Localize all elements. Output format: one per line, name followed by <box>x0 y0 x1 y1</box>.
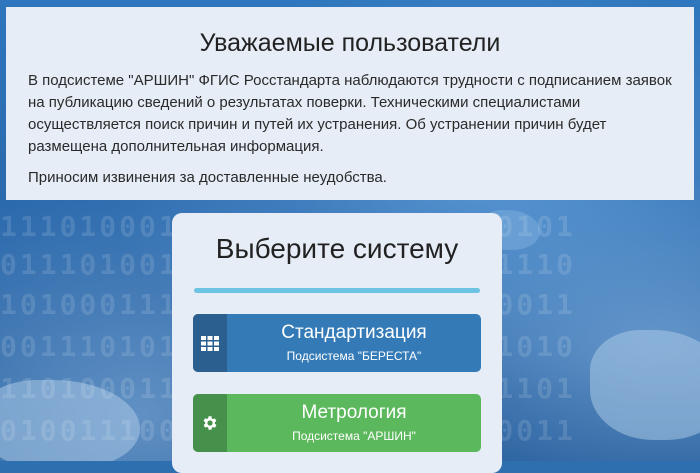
metrology-label: Метрология <box>301 402 407 423</box>
gear-icon <box>193 394 227 452</box>
grid-icon <box>193 314 227 372</box>
notice-paragraph: В подсистеме "АРШИН" ФГИС Росстандарта н… <box>28 72 672 155</box>
system-selector-panel: Выберите систему Стандартизация Подсисте… <box>172 213 502 473</box>
metrology-sublabel: Подсистема "АРШИН" <box>292 429 416 443</box>
standardization-sublabel: Подсистема "БЕРЕСТА" <box>286 349 422 363</box>
divider <box>194 288 480 293</box>
standardization-label: Стандартизация <box>281 322 427 343</box>
selector-title: Выберите систему <box>215 233 459 264</box>
metrology-button[interactable]: Метрология Подсистема "АРШИН" <box>193 394 481 452</box>
notice-apology: Приносим извинения за доставленные неудо… <box>28 169 387 186</box>
standardization-button[interactable]: Стандартизация Подсистема "БЕРЕСТА" <box>193 314 481 372</box>
notice-title: Уважаемые пользователи <box>199 29 501 57</box>
notice-panel: Уважаемые пользователи В подсистеме "АРШ… <box>6 7 694 200</box>
